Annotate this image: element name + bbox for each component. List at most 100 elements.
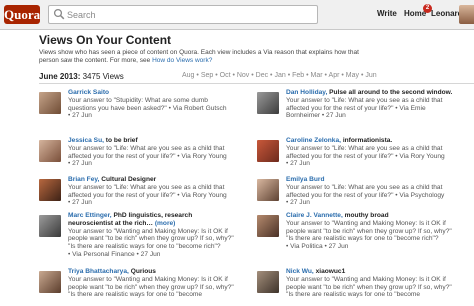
viewer-heading: Nick Wu, xiaowuc1 xyxy=(286,268,456,276)
view-reason-line: • 27 Jun xyxy=(286,199,310,207)
viewer-credential: to be brief xyxy=(105,137,138,144)
view-reason-line: "Is there are realistic ways for one to … xyxy=(286,291,421,299)
viewer-heading: Caroline Zelonka, informationista. xyxy=(286,137,456,145)
viewer-name[interactable]: Claire J. Vannette, xyxy=(286,212,343,219)
viewer-name[interactable]: Marc Ettinger, xyxy=(68,212,112,219)
period-count: 3475 Views xyxy=(82,72,124,81)
view-entry-text: Emilya Burd Your answer to "Life: What a… xyxy=(286,176,456,207)
viewer-avatar[interactable] xyxy=(39,271,61,293)
quora-logo[interactable]: Quora xyxy=(4,5,40,24)
month-4[interactable]: Dec xyxy=(256,72,268,79)
view-entry-text: Garrick Saito Your answer to "Stupidity:… xyxy=(68,89,238,120)
viewer-heading: Marc Ettinger, PhD linguistics, research… xyxy=(68,212,238,228)
user-avatar[interactable] xyxy=(459,5,474,24)
viewer-avatar[interactable] xyxy=(39,179,61,201)
view-reason-line: people want "to be rich" when they grow … xyxy=(286,283,452,291)
viewer-name[interactable]: Jessica Su, xyxy=(68,137,104,144)
view-entry: Marc Ettinger, PhD linguistics, research… xyxy=(39,212,239,258)
month-5[interactable]: Jan xyxy=(274,72,285,79)
viewer-credential: mouthy broad xyxy=(344,212,389,219)
viewer-avatar[interactable] xyxy=(39,215,61,237)
month-selector: Aug • Sep • Oct • Nov • Dec • Jan • Feb … xyxy=(182,72,377,79)
view-reason-line: Bornheimer • 27 Jun xyxy=(286,112,346,120)
month-6[interactable]: Feb xyxy=(292,72,304,79)
view-reason-line: • 27 Jun xyxy=(286,160,310,168)
search-box[interactable] xyxy=(48,5,318,24)
view-entry-text: Dan Holliday, Pulse all around to the se… xyxy=(286,89,456,120)
view-reason-line: "Is there are realistic ways for one to … xyxy=(68,243,221,251)
viewer-credential: informationista. xyxy=(342,137,393,144)
viewer-avatar[interactable] xyxy=(257,271,279,293)
viewer-name[interactable]: Dan Holliday, xyxy=(286,89,327,96)
view-entry: Jessica Su, to be brief Your answer to "L… xyxy=(39,137,239,177)
view-reason-line: Your answer to "Life: What are you see a… xyxy=(68,183,225,191)
view-entry: Emilya Burd Your answer to "Life: What a… xyxy=(257,176,457,216)
nav-user-link[interactable]: Leonard xyxy=(431,9,463,18)
viewer-heading: Claire J. Vannette, mouthy broad xyxy=(286,212,456,220)
divider xyxy=(39,83,474,84)
view-reason-line: • 27 Jun xyxy=(68,199,92,207)
month-9[interactable]: May xyxy=(346,72,359,79)
view-entry-text: Triya Bhattacharya, Qurious Your answer t… xyxy=(68,268,238,299)
month-0[interactable]: Aug xyxy=(182,72,194,79)
viewer-name[interactable]: Emilya Burd xyxy=(286,176,324,183)
viewer-heading: Emilya Burd xyxy=(286,176,456,184)
search-icon xyxy=(53,8,65,20)
viewer-credential: xiaowuc1 xyxy=(315,268,346,275)
view-reason-line: people want "to be rich" when they grow … xyxy=(286,227,452,235)
month-10[interactable]: Jun xyxy=(365,72,376,79)
month-8[interactable]: Apr xyxy=(329,72,340,79)
view-reason-line: affected you for the rest of your life?"… xyxy=(68,191,227,199)
search-input[interactable] xyxy=(67,7,315,22)
view-reason-line: Your answer to "Life: What are you see a… xyxy=(286,144,443,152)
viewer-credential: Pulse all around to the second window. xyxy=(329,89,453,96)
viewer-heading: Dan Holliday, Pulse all around to the se… xyxy=(286,89,456,97)
view-entry: Claire J. Vannette, mouthy broad Your ans… xyxy=(257,212,457,252)
viewer-avatar[interactable] xyxy=(257,140,279,162)
page-title: Views On Your Content xyxy=(39,33,172,47)
view-reason-line: Your answer to "Life: What are you see a… xyxy=(286,96,443,104)
view-reason-line: affected you for the rest of your life?"… xyxy=(286,191,445,199)
viewer-avatar[interactable] xyxy=(39,92,61,114)
viewer-heading: Triya Bhattacharya, Qurious xyxy=(68,268,238,276)
intro-text: Views show who has seen a piece of conte… xyxy=(39,49,369,65)
view-entry: Caroline Zelonka, informationista. Your a… xyxy=(257,137,457,177)
viewer-credential: Qurious xyxy=(130,268,156,275)
viewer-avatar[interactable] xyxy=(257,92,279,114)
period-summary: June 2013: 3475 Views xyxy=(39,72,124,81)
month-3[interactable]: Nov xyxy=(237,72,249,79)
viewer-avatar[interactable] xyxy=(257,179,279,201)
view-reason-line: affected you for the rest of your life?"… xyxy=(286,104,426,112)
how-views-work-link[interactable]: How do Views work? xyxy=(152,57,212,64)
viewer-name[interactable]: Triya Bhattacharya, xyxy=(68,268,129,275)
viewer-name[interactable]: Caroline Zelonka, xyxy=(286,137,341,144)
view-entry-text: Caroline Zelonka, informationista. Your a… xyxy=(286,137,456,168)
viewer-name[interactable]: Nick Wu, xyxy=(286,268,314,275)
nav-write-link[interactable]: Write xyxy=(377,9,397,18)
month-2[interactable]: Oct xyxy=(220,72,231,79)
view-reason-line: Your answer to "Life: What are you see a… xyxy=(286,183,443,191)
view-entry-text: Brian Fey, Cultural Designer Your answer … xyxy=(68,176,238,207)
viewer-name[interactable]: Brian Fey, xyxy=(68,176,99,183)
view-entry: Garrick Saito Your answer to "Stupidity:… xyxy=(39,89,239,129)
view-reason-line: "Is there are realistic ways for one to … xyxy=(68,291,203,299)
view-reason-line: • 27 Jun xyxy=(68,112,92,120)
view-entry: Brian Fey, Cultural Designer Your answer … xyxy=(39,176,239,216)
view-reason-line: • Via Personal Finance • 27 Jun xyxy=(68,250,161,258)
view-reason-line: affected you for the rest of your life?"… xyxy=(286,152,445,160)
viewer-avatar[interactable] xyxy=(257,215,279,237)
view-reason-line: questions you have been asked?" • Via Ro… xyxy=(68,104,227,112)
view-reason-line: people want "to be rich" when they grow … xyxy=(68,283,234,291)
month-7[interactable]: Mar xyxy=(311,72,323,79)
view-entry-text: Jessica Su, to be brief Your answer to "L… xyxy=(68,137,238,168)
view-entry: Dan Holliday, Pulse all around to the se… xyxy=(257,89,457,129)
view-reason-line: Your answer to "Wanting and Making Money… xyxy=(68,227,228,235)
viewer-avatar[interactable] xyxy=(39,140,61,162)
viewer-name[interactable]: Garrick Saito xyxy=(68,89,109,96)
month-1[interactable]: Sep xyxy=(201,72,213,79)
viewer-heading: Brian Fey, Cultural Designer xyxy=(68,176,238,184)
viewer-credential: Cultural Designer xyxy=(101,176,157,183)
more-link[interactable]: (more) xyxy=(155,220,176,227)
viewer-heading: Jessica Su, to be brief xyxy=(68,137,238,145)
view-reason-line: • 27 Jun xyxy=(68,160,92,168)
